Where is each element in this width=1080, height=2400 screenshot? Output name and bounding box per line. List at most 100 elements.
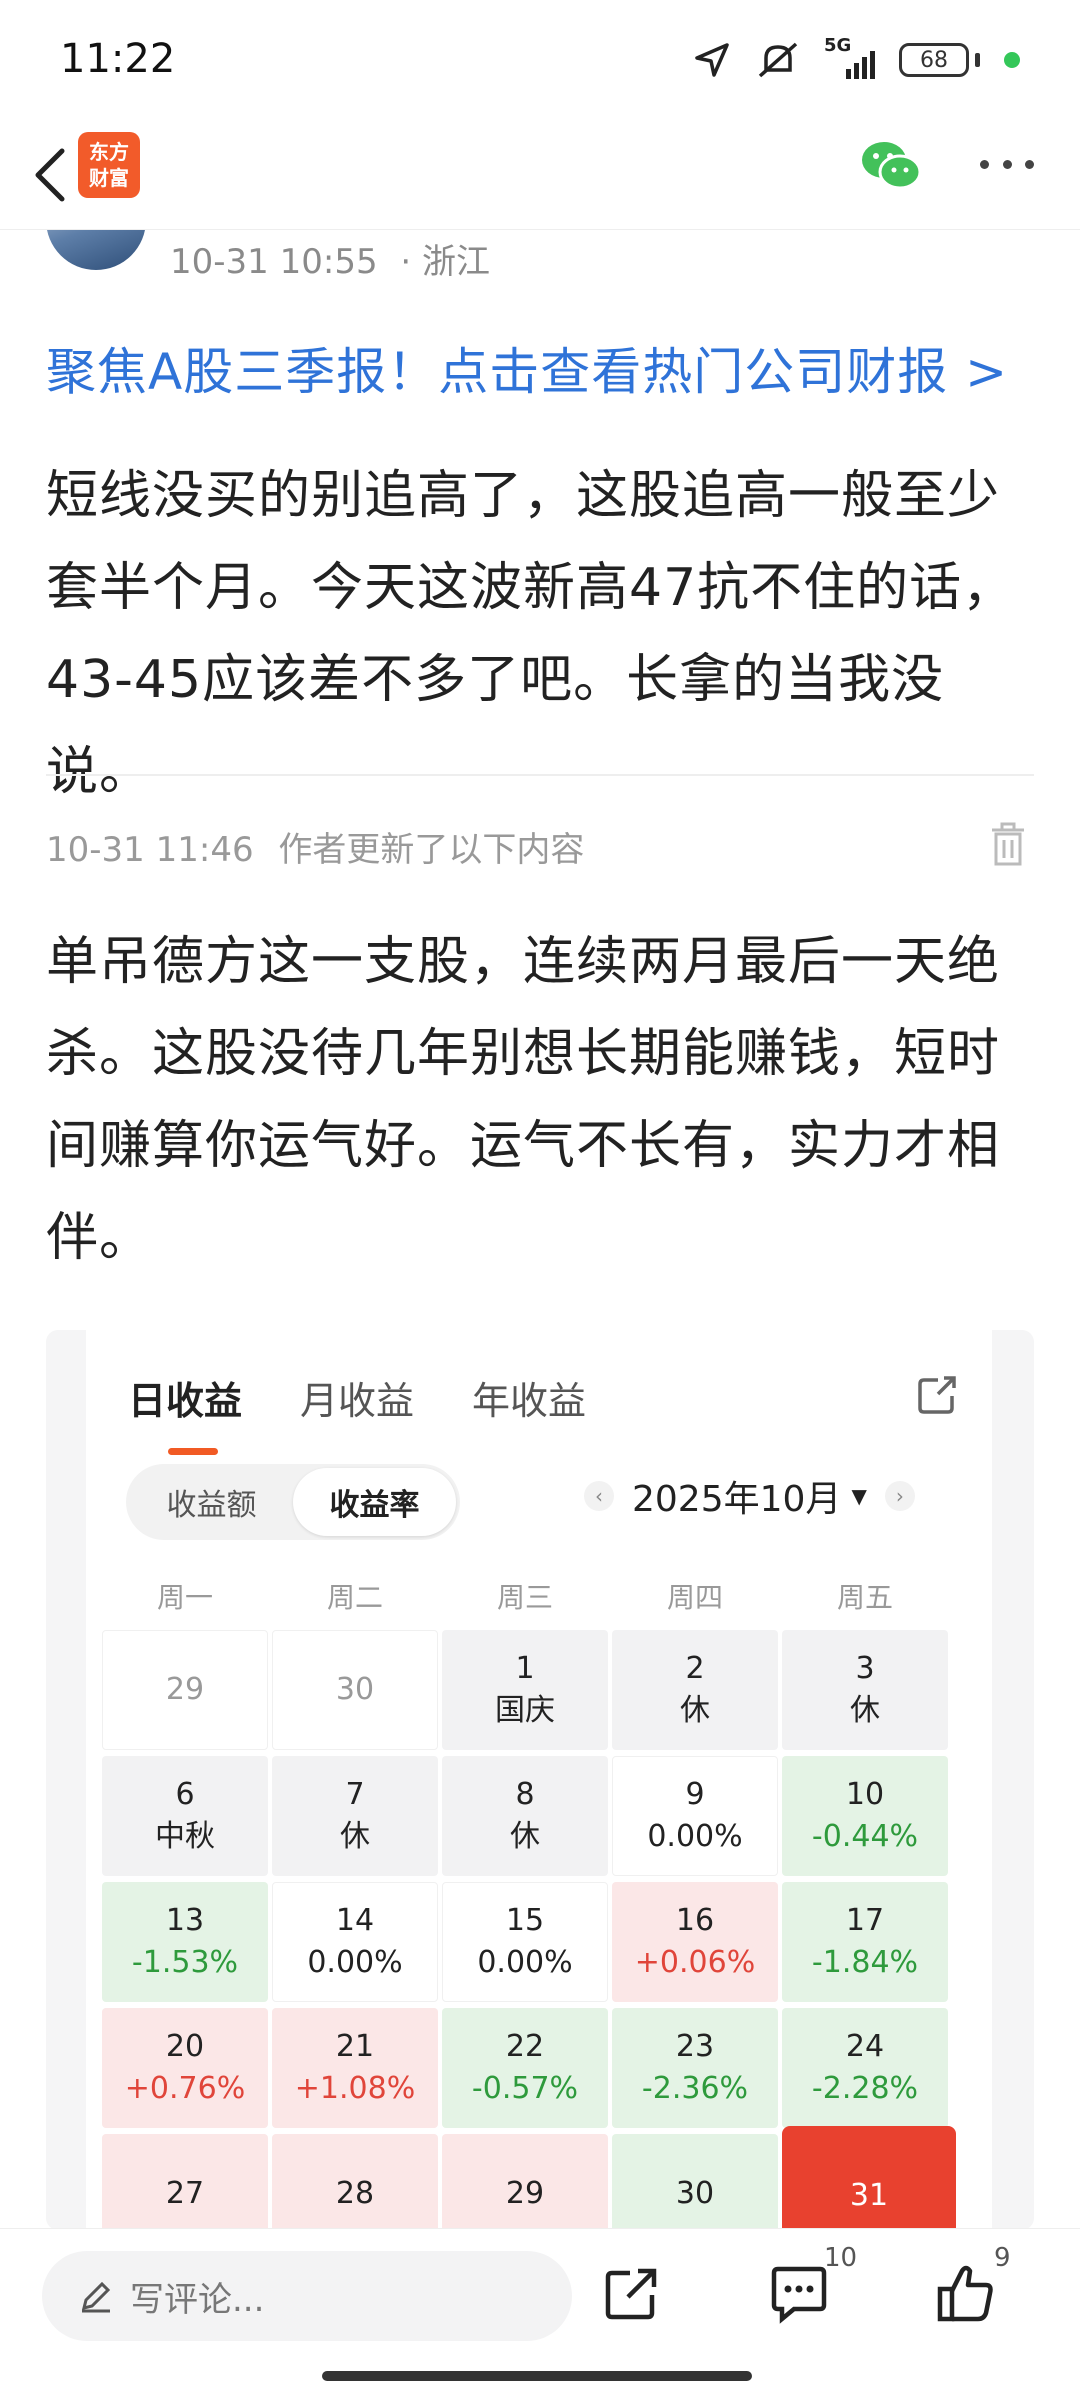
calendar-day-cell[interactable]: 22 -0.57% — [442, 2008, 608, 2128]
calendar-day-number: 23 — [675, 2029, 715, 2064]
weekday-label: 周一 — [156, 1581, 213, 1614]
calendar-day-value: -0.44% — [811, 1819, 919, 1854]
calendar-day-number: 15 — [505, 1903, 545, 1938]
calendar-day-value: +1.08% — [294, 2071, 416, 2106]
calendar-day-cell[interactable]: 27 — [102, 2134, 268, 2230]
comment-input[interactable]: 写评论... — [42, 2251, 572, 2341]
calendar-day-cell[interactable]: 29 — [102, 1630, 268, 1750]
calendar-day-cell[interactable]: 29 — [442, 2134, 608, 2230]
calendar-day-cell[interactable]: 24 -2.28% — [782, 2008, 948, 2128]
status-time: 11:22 — [60, 36, 176, 82]
calendar-day-value: 休 — [340, 1819, 370, 1854]
calendar-day-number: 2 — [685, 1651, 705, 1686]
calendar-day-cell[interactable]: 15 0.00% — [442, 1882, 608, 2002]
post-location: · 浙江 — [400, 242, 491, 282]
status-bar: 11:22 5G 68 — [0, 0, 1080, 120]
calendar-day-number: 30 — [675, 2176, 715, 2211]
tab-monthly-profit[interactable]: 月收益 — [300, 1370, 414, 1425]
calendar-day-value: +0.76% — [124, 2071, 246, 2106]
calendar-day-number: 3 — [855, 1651, 875, 1686]
location-arrow-icon — [695, 43, 729, 77]
calendar-day-value: -2.36% — [641, 2071, 749, 2106]
wechat-share-button[interactable] — [860, 138, 922, 194]
calendar-day-cell[interactable]: 30 — [612, 2134, 778, 2230]
earnings-promo-link[interactable]: 聚焦A股三季报！点击查看热门公司财报 > — [46, 332, 1008, 404]
next-month-button[interactable]: › — [884, 1481, 915, 1511]
delete-button[interactable] — [988, 822, 1028, 868]
dropdown-caret-icon: ▼ — [851, 1484, 867, 1508]
bottom-action-bar: 写评论... 10 9 — [0, 2228, 1080, 2400]
calendar-day-value: 0.00% — [647, 1819, 743, 1854]
app-logo[interactable]: 东方 财富 — [78, 132, 140, 198]
calendar-day-value: 休 — [680, 1693, 710, 1728]
calendar-day-cell[interactable]: 10 -0.44% — [782, 1756, 948, 1876]
calendar-day-value: -1.53% — [131, 1945, 239, 1980]
segment-rate[interactable]: 收益率 — [293, 1468, 456, 1536]
calendar-day-number: 10 — [845, 1777, 885, 1812]
calendar-day-value: 休 — [510, 1819, 540, 1854]
profit-calendar: 日收益 月收益 年收益 收益额 收益率 ‹ 2025年10月 ▼ › 周一 周二… — [86, 1330, 992, 2230]
calendar-day-cell[interactable]: 28 — [272, 2134, 438, 2230]
weekday-label: 周五 — [836, 1581, 893, 1614]
calendar-day-cell[interactable]: 16 +0.06% — [612, 1882, 778, 2002]
dot-icon — [1002, 159, 1012, 169]
calendar-day-number: 17 — [845, 1903, 885, 1938]
wechat-icon — [862, 142, 922, 190]
calendar-day-cell[interactable]: 17 -1.84% — [782, 1882, 948, 2002]
calendar-day-cell[interactable]: 14 0.00% — [272, 1882, 438, 2002]
calendar-day-number: 30 — [335, 1672, 375, 1707]
like-count: 9 — [994, 2243, 1011, 2273]
weekday-label: 周二 — [326, 1581, 383, 1614]
calendar-day-number: 14 — [335, 1903, 375, 1938]
like-button[interactable] — [932, 2259, 1002, 2329]
post-body: 短线没买的别追高了，这股追高一般至少套半个月。今天这波新高47抗不住的话，43-… — [46, 466, 1016, 802]
back-button[interactable] — [20, 142, 80, 208]
calendar-day-cell[interactable]: 13 -1.53% — [102, 1882, 268, 2002]
month-label[interactable]: 2025年10月 — [632, 1470, 841, 1522]
calendar-day-number: 31 — [849, 2178, 889, 2213]
chevron-left-icon — [35, 148, 65, 202]
calendar-day-cell[interactable]: 31 — [782, 2126, 956, 2230]
segment-amount[interactable]: 收益额 — [130, 1468, 293, 1536]
calendar-day-number: 13 — [165, 1903, 205, 1938]
weekday-label: 周四 — [666, 1581, 723, 1614]
calendar-day-cell[interactable]: 7休 — [272, 1756, 438, 1876]
share-button[interactable] — [596, 2259, 666, 2329]
tab-yearly-profit[interactable]: 年收益 — [472, 1370, 586, 1425]
calendar-day-number: 24 — [845, 2029, 885, 2064]
more-options-button[interactable] — [974, 144, 1040, 184]
calendar-day-number: 1 — [515, 1651, 535, 1686]
profit-calendar-image[interactable]: 日收益 月收益 年收益 收益额 收益率 ‹ 2025年10月 ▼ › 周一 周二… — [46, 1330, 1034, 2230]
prev-month-button[interactable]: ‹ — [584, 1481, 614, 1511]
update-label: 作者更新了以下内容 — [278, 830, 585, 870]
calendar-day-value: 0.00% — [307, 1945, 403, 1980]
calendar-day-value: -2.28% — [811, 2071, 919, 2106]
calendar-day-cell[interactable]: 20 +0.76% — [102, 2008, 268, 2128]
privacy-indicator — [1004, 52, 1020, 68]
calendar-day-cell[interactable]: 1 国庆 — [442, 1630, 608, 1750]
comment-placeholder: 写评论... — [130, 2279, 265, 2320]
status-icons: 5G 68 — [692, 35, 1020, 80]
weekday-label: 周三 — [496, 1581, 553, 1614]
share-icon[interactable] — [914, 1370, 962, 1418]
tab-daily-profit[interactable]: 日收益 — [128, 1370, 242, 1455]
network-type: 5G — [824, 35, 852, 56]
thumbs-up-icon — [937, 2265, 993, 2322]
calendar-day-cell[interactable]: 2休 — [612, 1630, 778, 1750]
calendar-day-cell[interactable]: 9 0.00% — [612, 1756, 778, 1876]
calendar-day-number: 16 — [675, 1903, 715, 1938]
calendar-day-cell[interactable]: 30 — [272, 1630, 438, 1750]
calendar-day-cell[interactable]: 8休 — [442, 1756, 608, 1876]
metric-toggle: 收益额 收益率 — [126, 1464, 460, 1540]
calendar-day-number: 9 — [685, 1777, 705, 1812]
calendar-day-cell[interactable]: 3休 — [782, 1630, 948, 1750]
dot-icon — [1025, 159, 1034, 169]
calendar-day-value: 国庆 — [495, 1693, 555, 1728]
calendar-day-number: 28 — [335, 2176, 375, 2211]
calendar-day-cell[interactable]: 23 -2.36% — [612, 2008, 778, 2128]
profit-tabs: 日收益 月收益 年收益 — [128, 1370, 586, 1455]
share-out-icon — [605, 2268, 657, 2320]
calendar-day-cell[interactable]: 21 +1.08% — [272, 2008, 438, 2128]
update-body: 单吊德方这一支股，连续两月最后一天绝杀。这股没待几年别想长期能赚钱，短时间赚算你… — [46, 932, 1001, 1268]
calendar-day-cell[interactable]: 6 中秋 — [102, 1756, 268, 1876]
